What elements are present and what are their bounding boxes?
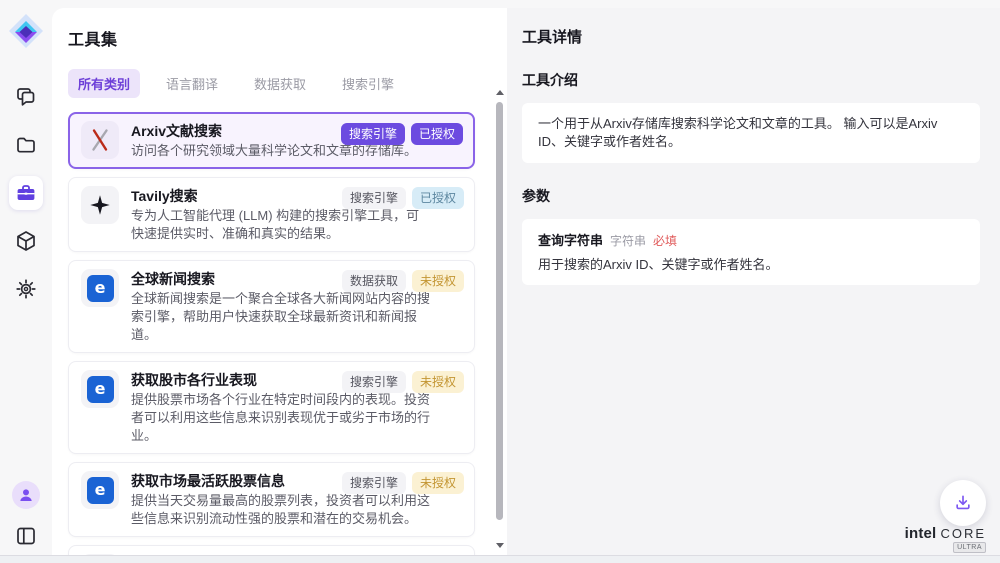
tab-all-categories[interactable]: 所有类别 [68, 69, 140, 98]
window-bottom-edge [0, 555, 1000, 563]
tool-description: 提供当天交易量最高的股票列表，投资者可以利用这些信息来识别流动性强的股票和潜在的… [131, 492, 431, 528]
tool-card-sector-performance[interactable]: e 获取股市各行业表现 提供股票市场各个行业在特定时间段内的表现。投资者可以利用… [68, 361, 475, 454]
detail-title: 工具详情 [522, 26, 980, 47]
category-badge: 搜索引擎 [341, 123, 405, 145]
juhe-data-icon: e [81, 269, 119, 307]
tool-badges: 搜索引擎 已授权 [341, 123, 463, 145]
tab-translation[interactable]: 语言翻译 [156, 69, 228, 98]
auth-badge: 未授权 [412, 472, 464, 494]
parameter-type: 字符串 [610, 232, 646, 249]
gear-icon [14, 277, 38, 301]
category-tabs: 所有类别 语言翻译 数据获取 搜索引擎 [68, 69, 507, 98]
tool-badges: 搜索引擎 未授权 [342, 472, 464, 494]
intro-heading: 工具介绍 [522, 70, 980, 90]
brand-name: intel [905, 525, 937, 542]
sidebar-item-models[interactable] [9, 224, 43, 258]
sidebar-nav [9, 80, 43, 306]
avatar-icon [17, 486, 35, 504]
list-scrollbar[interactable] [494, 88, 506, 550]
tool-description: 全球新闻搜索是一个聚合全球各大新闻网站内容的搜索引擎，帮助用户快速获取全球最新资… [131, 290, 431, 344]
app-logo-icon [7, 12, 45, 50]
parameter-card: 查询字符串 字符串 必填 用于搜索的Arxiv ID、关键字或作者姓名。 [522, 219, 980, 285]
tool-card-global-news[interactable]: e 全球新闻搜索 全球新闻搜索是一个聚合全球各大新闻网站内容的搜索引擎，帮助用户… [68, 260, 475, 353]
sidebar-item-toolbox[interactable] [9, 176, 43, 210]
tab-search-engine[interactable]: 搜索引擎 [332, 69, 404, 98]
parameter-required-badge: 必填 [653, 232, 677, 249]
folder-icon [14, 133, 38, 157]
auth-badge: 未授权 [412, 371, 464, 393]
sidebar-bottom [0, 481, 52, 553]
scrollbar-thumb[interactable] [496, 102, 503, 520]
intro-card: 一个用于从Arxiv存储库搜索科学论文和文章的工具。 输入可以是Arxiv ID… [522, 103, 980, 163]
tool-badges: 搜索引擎 已授权 [342, 187, 464, 209]
sidebar-collapse-button[interactable] [9, 519, 43, 553]
parameter-name: 查询字符串 [538, 230, 603, 249]
parameter-header: 查询字符串 字符串 必填 [538, 230, 964, 249]
download-button[interactable] [940, 480, 986, 526]
chat-icon [14, 85, 38, 109]
sidebar [0, 0, 52, 563]
juhe-data-icon: e [81, 471, 119, 509]
brand-suffix: core [940, 526, 986, 541]
tool-description: 专为人工智能代理 (LLM) 构建的搜索引擎工具，可快速提供实时、准确和真实的结… [131, 207, 431, 243]
auth-badge: 已授权 [411, 123, 463, 145]
tool-card-tavily[interactable]: Tavily搜索 专为人工智能代理 (LLM) 构建的搜索引擎工具，可快速提供实… [68, 177, 475, 252]
panel-icon [14, 524, 38, 548]
scroll-up-arrow-icon[interactable] [496, 90, 504, 95]
auth-badge: 已授权 [412, 187, 464, 209]
sidebar-item-settings[interactable] [9, 272, 43, 306]
category-badge: 搜索引擎 [342, 187, 406, 209]
main-panel: 工具集 所有类别 语言翻译 数据获取 搜索引擎 A [52, 8, 1000, 563]
toolset-pane: 工具集 所有类别 语言翻译 数据获取 搜索引擎 A [52, 8, 507, 563]
auth-badge: 未授权 [412, 270, 464, 292]
cube-icon [14, 229, 38, 253]
tab-data-fetch[interactable]: 数据获取 [244, 69, 316, 98]
category-badge: 搜索引擎 [342, 371, 406, 393]
parameter-description: 用于搜索的Arxiv ID、关键字或作者姓名。 [538, 256, 964, 274]
sidebar-item-files[interactable] [9, 128, 43, 162]
juhe-data-icon: e [81, 370, 119, 408]
tool-card-arxiv[interactable]: Arxiv文献搜索 访问各个研究领域大量科学论文和文章的存储库。 搜索引擎 已授… [68, 112, 475, 169]
app-window: 工具集 所有类别 语言翻译 数据获取 搜索引擎 A [0, 0, 1000, 563]
page-title: 工具集 [68, 26, 507, 50]
params-heading: 参数 [522, 186, 980, 206]
tool-detail-pane: 工具详情 工具介绍 一个用于从Arxiv存储库搜索科学论文和文章的工具。 输入可… [507, 8, 1000, 563]
tool-list: Arxiv文献搜索 访问各个研究领域大量科学论文和文章的存储库。 搜索引擎 已授… [68, 112, 475, 563]
tool-card-active-stocks[interactable]: e 获取市场最活跃股票信息 提供当天交易量最高的股票列表，投资者可以利用这些信息… [68, 462, 475, 537]
sidebar-item-chat[interactable] [9, 80, 43, 114]
arxiv-icon [81, 121, 119, 159]
scroll-down-arrow-icon[interactable] [496, 543, 504, 548]
brand-ultra-badge: ultra [953, 542, 986, 553]
intel-core-logo: intel core ultra [905, 525, 986, 542]
tool-badges: 数据获取 未授权 [342, 270, 464, 292]
toolbox-icon [14, 181, 38, 205]
download-icon [953, 493, 973, 513]
category-badge: 数据获取 [342, 270, 406, 292]
user-avatar[interactable] [12, 481, 40, 509]
tavily-icon [81, 186, 119, 224]
tool-description: 提供股票市场各个行业在特定时间段内的表现。投资者可以利用这些信息来识别表现优于或… [131, 391, 431, 445]
category-badge: 搜索引擎 [342, 472, 406, 494]
tool-badges: 搜索引擎 未授权 [342, 371, 464, 393]
intro-text: 一个用于从Arxiv存储库搜索科学论文和文章的工具。 输入可以是Arxiv ID… [538, 116, 937, 149]
